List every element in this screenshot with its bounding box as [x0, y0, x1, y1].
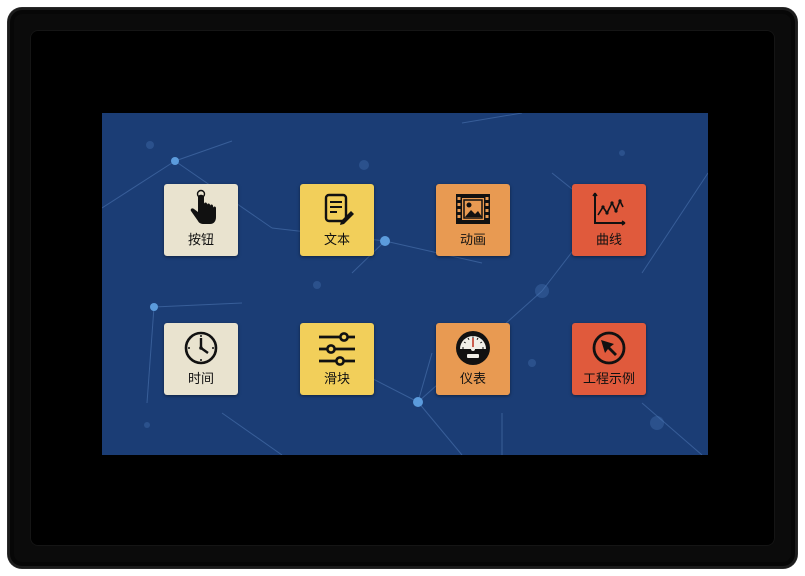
tile-label: 动画	[459, 233, 486, 248]
sliders-icon	[319, 332, 355, 366]
tile-animation[interactable]: 动画	[436, 184, 510, 256]
touch-hand-icon	[190, 189, 216, 224]
tile-label: 时间	[187, 372, 214, 387]
tile-time[interactable]: 时间	[164, 323, 238, 395]
tile-label: 按钮	[187, 233, 214, 248]
cursor-arrow-icon	[592, 331, 626, 365]
tile-label: 曲线	[595, 233, 622, 248]
tile-text[interactable]: 文本	[300, 184, 374, 256]
network-background	[102, 113, 708, 455]
display-screen: 按钮 文本 动画 曲线 时间 滑块 仪表 工程示例	[102, 113, 708, 455]
tile-project-examples[interactable]: 工程示例	[572, 323, 646, 395]
tile-label: 滑块	[323, 372, 350, 387]
tile-button[interactable]: 按钮	[164, 184, 238, 256]
image-film-icon	[456, 194, 490, 224]
tile-label: 文本	[323, 233, 350, 248]
tile-slider[interactable]: 滑块	[300, 323, 374, 395]
tile-meter[interactable]: 仪表	[436, 323, 510, 395]
line-chart-icon	[592, 192, 626, 226]
clock-icon	[184, 331, 218, 365]
tile-curve[interactable]: 曲线	[572, 184, 646, 256]
tile-label: 仪表	[459, 372, 486, 387]
gauge-meter-icon	[456, 331, 490, 365]
tile-label: 工程示例	[582, 372, 635, 387]
text-edit-icon	[324, 193, 354, 225]
